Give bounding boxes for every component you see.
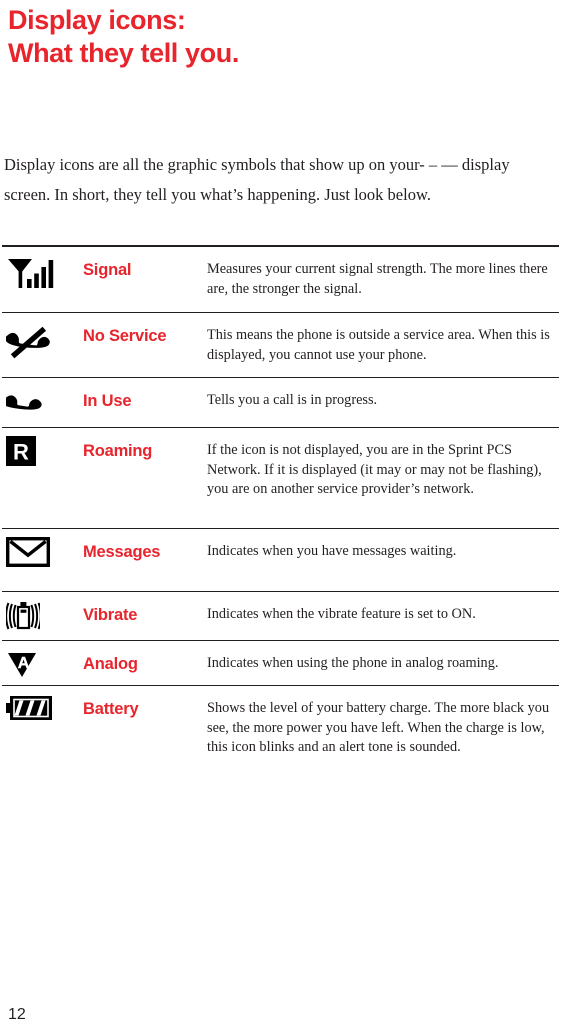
table-row: Signal Measures your current signal stre… (2, 247, 559, 312)
icon-description: Shows the level of your battery charge. … (207, 700, 550, 755)
icon-label: No Service (83, 327, 167, 345)
icon-label: Messages (83, 543, 161, 561)
icon-cell (2, 592, 83, 632)
no-service-phone-slash-icon (6, 326, 50, 359)
table-row: Messages Indicates when you have message… (2, 529, 559, 591)
icon-cell (2, 378, 83, 420)
icon-description: If the icon is not displayed, you are in… (207, 442, 542, 497)
intro-paragraph: Display icons are all the graphic symbol… (4, 154, 510, 204)
table-row: In Use Tells you a call is in progress. (2, 378, 559, 427)
messages-envelope-icon (6, 537, 50, 567)
table-row: R Roaming If the icon is not displayed, … (2, 428, 559, 528)
icon-cell (2, 529, 83, 567)
analog-triangle-a-icon: A (8, 653, 36, 677)
table-row: A Analog Indicates when using the phone … (2, 641, 559, 685)
icon-label: Analog (83, 655, 138, 673)
page-number: 12 (8, 1006, 26, 1023)
icon-cell: A (2, 641, 83, 679)
signal-bars-icon (8, 259, 54, 288)
svg-text:R: R (13, 440, 29, 465)
icon-description: Tells you a call is in progress. (207, 392, 378, 408)
vibrate-phone-icon (6, 602, 40, 630)
icon-cell: R (2, 428, 83, 466)
icon-label: Battery (83, 700, 139, 718)
table-row: Battery Shows the level of your battery … (2, 686, 559, 796)
display-icons-table: Signal Measures your current signal stre… (2, 245, 559, 796)
icon-label: Roaming (83, 442, 153, 460)
roaming-r-icon: R (6, 436, 36, 466)
battery-level-icon (6, 696, 52, 720)
icon-description: This means the phone is outside a servic… (207, 327, 550, 363)
icon-cell (2, 313, 83, 363)
page-title: Display icons: What they tell you. (8, 4, 548, 70)
icon-label: Vibrate (83, 606, 138, 624)
in-use-handset-icon (6, 395, 42, 410)
icon-label: In Use (83, 392, 132, 410)
page-title-line-2: What they tell you. (8, 38, 239, 68)
icon-label: Signal (83, 261, 132, 279)
icon-cell (2, 686, 83, 722)
icon-description: Indicates when you have messages waiting… (207, 543, 457, 559)
table-row: Vibrate Indicates when the vibrate featu… (2, 592, 559, 640)
icon-description: Measures your current signal strength. T… (207, 261, 548, 297)
icon-description: Indicates when using the phone in analog… (207, 655, 499, 671)
page-title-line-1: Display icons: (8, 5, 186, 35)
table-row: No Service This means the phone is outsi… (2, 313, 559, 377)
svg-text:A: A (18, 655, 30, 672)
icon-description: Indicates when the vibrate feature is se… (207, 606, 476, 622)
icon-cell (2, 247, 83, 291)
